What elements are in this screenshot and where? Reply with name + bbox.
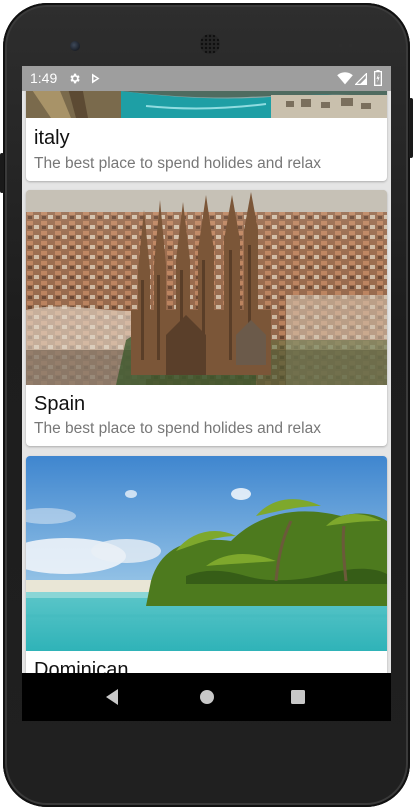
destination-card-italy[interactable]: italy The best place to spend holides an… <box>26 91 387 181</box>
status-bar: 1:49 <box>22 66 391 91</box>
earpiece-speaker <box>200 34 220 54</box>
card-title: Spain <box>34 393 86 415</box>
dominican-palm-beach-photo <box>26 456 387 651</box>
battery-icon <box>374 70 382 86</box>
home-icon[interactable] <box>197 687 217 707</box>
card-description: The best place to spend holides and rela… <box>34 420 321 437</box>
wifi-icon <box>337 72 353 85</box>
status-time: 1:49 <box>30 70 58 86</box>
destination-card-dominican[interactable]: Dominican <box>26 456 387 673</box>
settings-icon <box>70 73 80 84</box>
destination-list[interactable]: italy The best place to spend holides an… <box>22 91 391 673</box>
cellular-signal-icon <box>355 73 367 85</box>
navigation-bar <box>22 673 391 721</box>
power-button <box>409 98 413 158</box>
spain-sagrada-familia-photo <box>26 190 387 385</box>
front-camera <box>70 41 80 51</box>
card-title: italy <box>34 127 70 149</box>
volume-button <box>0 153 4 193</box>
proximity-sensor <box>338 43 343 48</box>
italy-coastline-photo <box>26 91 387 118</box>
screen: 1:49 italy The best place to spend holid… <box>22 66 391 721</box>
recents-icon[interactable] <box>288 687 308 707</box>
back-icon[interactable] <box>103 687 123 707</box>
card-title: Dominican <box>34 659 129 673</box>
play-store-icon <box>92 73 100 84</box>
card-description: The best place to spend holides and rela… <box>34 155 321 172</box>
destination-card-spain[interactable]: Spain The best place to spend holides an… <box>26 190 387 446</box>
light-sensor <box>348 43 353 48</box>
